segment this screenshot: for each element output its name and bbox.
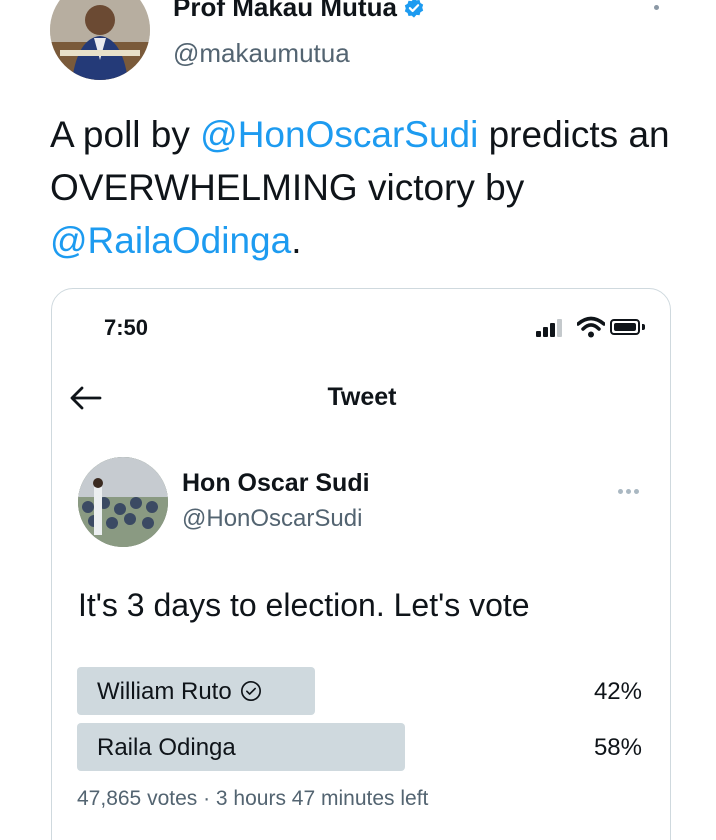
status-icons [536,316,648,338]
mention-link-raila-odinga[interactable]: @RailaOdinga [50,220,291,261]
author-name-text: Prof Makau Mutua [173,0,397,22]
author-handle[interactable]: @makaumutua [173,38,350,69]
tweet-text-part: . [291,220,302,261]
tweet-text-part: A poll by [50,114,201,155]
author-avatar[interactable] [50,0,150,80]
wifi-icon [577,316,605,338]
inner-author-avatar[interactable] [78,457,168,547]
poll-option-william-ruto[interactable]: William Ruto 42% [77,667,642,715]
author-name[interactable]: Prof Makau Mutua [173,0,425,23]
poll-option-label: Raila Odinga [97,734,236,761]
poll-option-raila-odinga[interactable]: Raila Odinga 58% [77,723,642,771]
status-time: 7:50 [104,315,149,340]
poll-meta: 47,865 votes · 3 hours 47 minutes left [77,787,429,810]
embedded-screenshot[interactable]: 7:50 Tweet Hon Oscar Sudi @HonOscarSudi … [51,288,671,840]
poll-label-text: William Ruto [97,678,232,705]
more-horizontal-icon[interactable] [618,481,644,494]
poll-option-percent: 42% [593,678,642,705]
battery-icon [610,319,640,335]
battery-cap [642,324,645,330]
inner-author-name[interactable]: Hon Oscar Sudi [182,469,370,498]
inner-author-handle[interactable]: @HonOscarSudi [182,505,362,533]
nav-title: Tweet [327,383,397,411]
more-vertical-icon[interactable] [648,0,664,24]
verified-badge-icon [403,0,425,18]
inner-tweet-text: It's 3 days to election. Let's vote [78,587,530,623]
mention-link-oscar-sudi[interactable]: @HonOscarSudi [200,114,478,155]
poll-option-percent: 58% [593,734,642,761]
poll-option-label: William Ruto [97,678,262,706]
tweet-text: A poll by @HonOscarSudi predicts an OVER… [50,108,690,267]
check-circle-icon [240,680,262,702]
